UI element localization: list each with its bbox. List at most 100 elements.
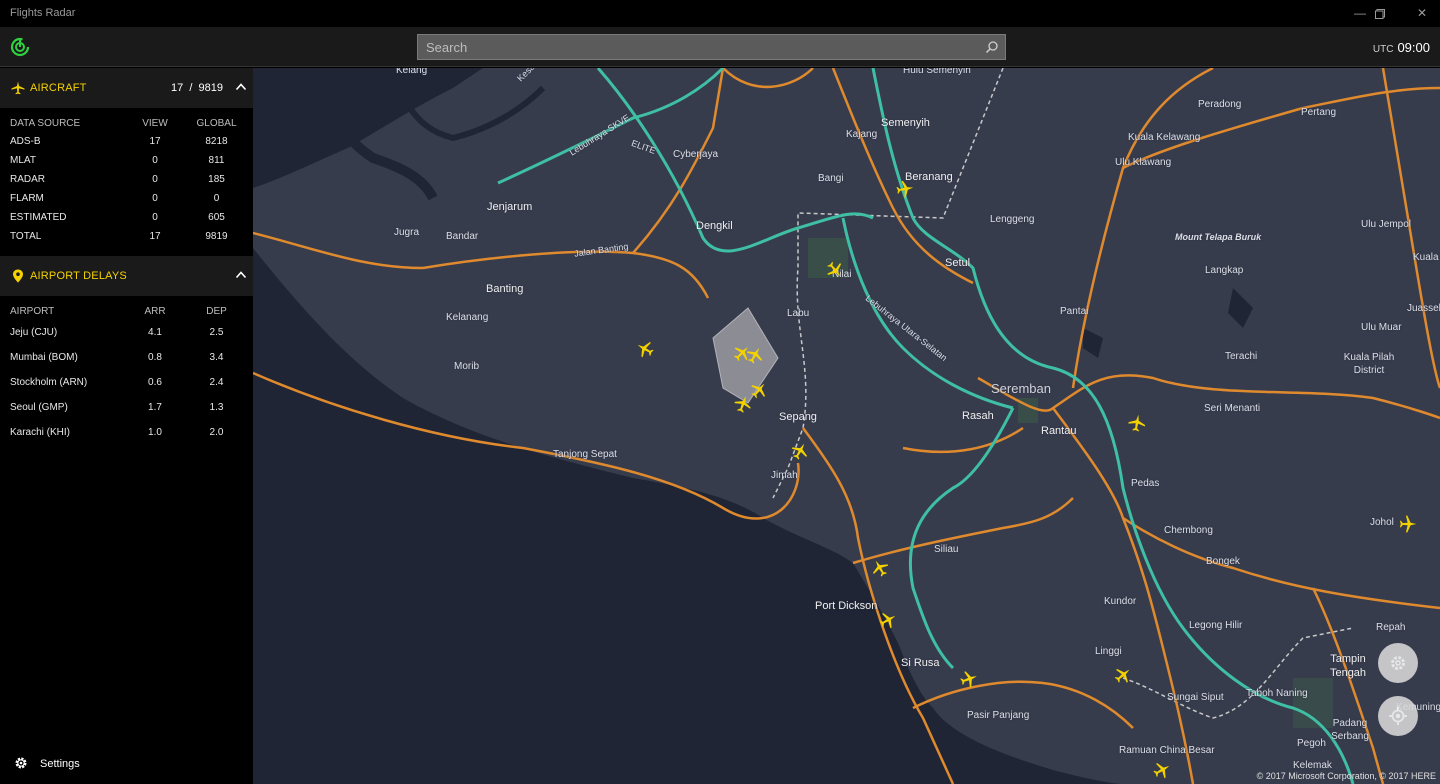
airport-delays-section-header[interactable]: AIRPORT DELAYS [0,256,253,296]
airport-name: Jeju (CJU) [10,327,58,338]
map-base-layer [253,68,1440,784]
table-row[interactable]: Jeju (CJU) 4.1 2.5 [0,320,253,345]
place-label: Port Dickson [815,600,878,612]
view-count: 0 [152,155,158,166]
map-settings-button[interactable] [1378,643,1418,683]
place-label: Juasseh [1407,303,1440,314]
place-label: Seri Menanti [1204,403,1261,414]
place-label: Taboh Naning [1246,688,1308,699]
place-label: Padang Serbang [1331,718,1369,742]
source-name: FLARM [10,193,44,204]
place-label: Pertang [1301,107,1337,118]
column-header: AIRPORT [10,305,55,317]
place-label: Terachi [1225,351,1258,362]
place-label: Cyberjaya [673,149,719,160]
chevron-up-icon[interactable] [235,81,247,93]
place-label: Morib [454,361,480,372]
table-row[interactable]: Mumbai (BOM) 0.8 3.4 [0,345,253,370]
departure-delay: 1.3 [209,402,224,413]
search-icon[interactable] [985,40,999,54]
place-label: Linggi [1095,646,1122,657]
table-row: RADAR 0 185 [0,170,253,189]
place-label: Kuala Kelawang [1128,132,1201,143]
table-row[interactable]: Stockholm (ARN) 0.6 2.4 [0,370,253,395]
radar-logo-icon[interactable] [10,37,30,57]
settings-button[interactable]: Settings [0,744,253,784]
place-label: Bangi [818,173,844,184]
column-header: DEP [206,305,227,317]
place-label: Bandar [446,231,479,242]
search-box[interactable] [417,34,1006,60]
source-name: MLAT [10,155,36,166]
global-count: 8218 [205,136,228,147]
departure-delay: 3.4 [209,352,224,363]
place-label: Pedas [1131,478,1160,489]
departure-delay: 2.0 [209,427,224,438]
place-label: Kelemak [1293,760,1332,771]
place-label: Tampin Tengah [1329,653,1367,679]
aircraft-section-header[interactable]: AIRCRAFT 17 / 9819 [0,68,253,108]
place-label: Siliau [934,544,959,555]
my-location-button[interactable] [1378,696,1418,736]
place-label: Ulu Klawang [1115,157,1172,168]
table-header-row: AIRPORT ARR DEP [0,296,253,320]
place-label: Repah [1376,622,1406,633]
departure-delay: 2.5 [209,327,224,338]
column-header: VIEW [142,117,168,129]
airport-delays-table: AIRPORT ARR DEP Jeju (CJU) 4.1 2.5 Mumbai … [0,296,253,445]
airport-name: Karachi (KHI) [10,427,71,438]
app-bar: UTC09:00 [0,27,1440,67]
utc-clock: UTC 09:00 [1373,40,1430,55]
place-label: Pantai [1060,306,1089,317]
column-header: ARR [144,305,166,317]
window-titlebar: Flights Radar — ✕ [0,0,1440,27]
aircraft-icon[interactable] [1399,515,1417,533]
place-label: Banting [486,283,524,295]
arrival-delay: 0.8 [148,352,162,363]
place-label: Pegoh [1297,738,1326,749]
table-row: ADS-B 17 8218 [0,132,253,151]
source-name: TOTAL [10,231,42,242]
place-label: Johol [1370,517,1394,528]
place-label: Kuala Pilah District [1343,352,1395,376]
aircraft-count: 17 / 9819 [170,82,223,94]
maximize-icon[interactable] [1358,0,1402,27]
settings-label: Settings [40,758,80,770]
gear-icon [15,757,27,769]
place-label: Jenjarum [487,201,533,213]
place-label: Legong Hilir [1189,620,1243,631]
map-view[interactable]: Kajang Hulu Semenyih Semenyih Beranang C… [253,68,1440,784]
arrival-delay: 0.6 [148,377,162,388]
place-label: Kelang [396,68,428,76]
table-row[interactable]: Karachi (KHI) 1.0 2.0 [0,420,253,445]
airport-name: Mumbai (BOM) [10,352,78,363]
locate-icon [1389,707,1407,725]
global-count: 811 [208,155,225,166]
aircraft-icon[interactable] [895,179,916,200]
aircraft-icon[interactable] [1127,413,1148,434]
airport-delays-section-title: AIRPORT DELAYS [30,270,127,282]
sidebar: AIRCRAFT 17 / 9819 DATA SOURCE VIEW GLOB… [0,68,253,784]
place-label: Lenggeng [990,214,1035,225]
place-label: Kundor [1104,596,1137,607]
place-label: Langkap [1205,265,1244,276]
place-label: Sepang [779,411,817,423]
aircraft-section-title: AIRCRAFT [30,82,87,94]
search-input[interactable] [418,35,1005,59]
place-label: Labu [787,308,810,319]
place-label: Kelanang [446,312,489,323]
global-count: 605 [208,212,225,223]
close-icon[interactable]: ✕ [1400,0,1440,27]
place-label: Jugra [394,227,420,238]
global-count: 185 [208,174,225,185]
table-row[interactable]: Seoul (GMP) 1.7 1.3 [0,395,253,420]
view-count: 17 [149,136,161,147]
airport-name: Seoul (GMP) [10,402,68,413]
place-label: Sungai Siput [1167,692,1224,703]
chevron-up-icon[interactable] [235,269,247,281]
place-label: Seremban [991,381,1051,396]
view-count: 0 [152,193,158,204]
table-row: MLAT 0 811 [0,151,253,170]
place-label: Semenyih [881,117,930,129]
place-label: Rantau [1041,425,1077,437]
